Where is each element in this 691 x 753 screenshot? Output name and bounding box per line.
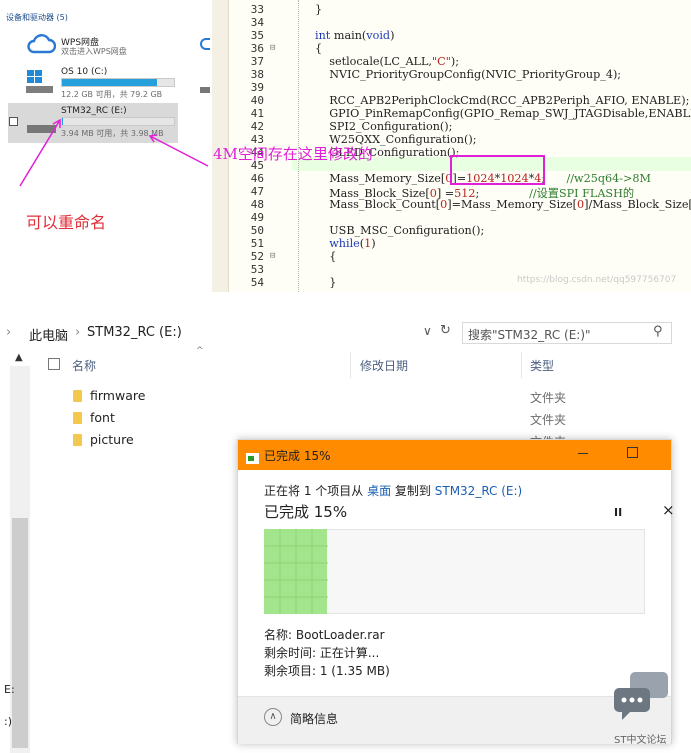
file-name-firmware[interactable]: firmware bbox=[90, 388, 145, 403]
code-line: SPI2_Configuration(); bbox=[315, 120, 453, 133]
file-name-font[interactable]: font bbox=[90, 410, 115, 425]
line-number: 42 bbox=[250, 120, 264, 133]
forum-logo-icon bbox=[612, 672, 670, 722]
breadcrumb-drive[interactable]: STM32_RC (E:) bbox=[87, 325, 182, 340]
code-line: } bbox=[315, 3, 323, 16]
line-number: 33 bbox=[250, 3, 264, 16]
left-scrollbar-thumb[interactable] bbox=[12, 518, 28, 748]
line-number: 34 bbox=[250, 16, 264, 29]
code-line: USB_MSC_Configuration(); bbox=[315, 224, 485, 237]
dialog-footer: ∧ 简略信息 bbox=[238, 696, 671, 744]
copy-icon bbox=[246, 449, 259, 464]
line-number: 48 bbox=[250, 198, 264, 211]
line-number: 39 bbox=[250, 81, 264, 94]
refresh-icon[interactable]: ↻ bbox=[440, 323, 451, 338]
fold-toggle-icon[interactable]: ⊟ bbox=[270, 43, 280, 53]
highlight-box bbox=[450, 155, 545, 185]
less-details-button[interactable]: 简略信息 bbox=[290, 710, 338, 727]
folder-icon bbox=[73, 412, 82, 424]
copy-progress-dialog: 已完成 15% 正在将 1 个项目从 桌面 复制到 STM32_RC (E:) … bbox=[237, 439, 675, 744]
line-number: 37 bbox=[250, 55, 264, 68]
line-number: 54 bbox=[250, 276, 264, 289]
source-link[interactable]: 桌面 bbox=[367, 484, 391, 498]
time-remaining-line: 剩余时间: 正在计算... bbox=[264, 646, 380, 660]
code-line: { bbox=[315, 250, 337, 263]
line-number: 35 bbox=[250, 29, 264, 42]
code-line: while(1) bbox=[329, 237, 376, 250]
code-line: int main(void) bbox=[315, 29, 395, 42]
line-number: 50 bbox=[250, 224, 264, 237]
items-remaining-line: 剩余项目: 1 (1.35 MB) bbox=[264, 664, 390, 678]
arrow-to-drive-size bbox=[149, 135, 209, 167]
copy-line-prefix: 正在将 1 个项目从 bbox=[264, 484, 368, 498]
line-number: 36 bbox=[250, 42, 264, 55]
line-number: 51 bbox=[250, 237, 264, 250]
file-type: 文件夹 bbox=[530, 413, 567, 427]
maximize-icon[interactable] bbox=[627, 447, 638, 458]
line-number: 46 bbox=[250, 172, 264, 185]
column-date[interactable]: 修改日期 bbox=[360, 357, 408, 374]
scroll-up-icon[interactable]: ▲ bbox=[15, 352, 23, 363]
line-number: 47 bbox=[250, 185, 264, 198]
code-line: RCC_APB2PeriphClockCmd(RCC_APB2Periph_AF… bbox=[315, 94, 690, 107]
line-number: 52 bbox=[250, 250, 264, 263]
watermark-text: https://blog.csdn.net/qq597756707 bbox=[517, 275, 677, 285]
forum-logo-text: ST中文论坛 bbox=[614, 735, 667, 746]
destination-link[interactable]: STM32_RC (E:) bbox=[435, 484, 523, 498]
file-name-picture[interactable]: picture bbox=[90, 432, 134, 447]
folder-icon bbox=[73, 390, 82, 402]
breadcrumb-chevron-icon: › bbox=[6, 325, 12, 340]
sort-chevron-icon: ^ bbox=[196, 346, 204, 356]
dialog-titlebar[interactable]: 已完成 15% bbox=[238, 440, 671, 470]
code-line: { bbox=[315, 42, 323, 55]
side-label-e: E: bbox=[4, 683, 15, 696]
size-annotation: 4M空间存在这里修改的 bbox=[213, 145, 373, 163]
column-divider bbox=[350, 352, 351, 378]
progress-grid-lines bbox=[264, 529, 328, 614]
dialog-title: 已完成 15% bbox=[264, 449, 331, 463]
pause-button[interactable]: II bbox=[614, 506, 622, 519]
dropdown-chevron-icon[interactable]: ∨ bbox=[423, 324, 432, 338]
code-line: GPIO_PinRemapConfig(GPIO_Remap_SWJ_JTAGD… bbox=[315, 107, 691, 120]
arrow-to-drive-name bbox=[19, 119, 61, 187]
code-line: NVIC_PriorityGroupConfig(NVIC_PriorityGr… bbox=[315, 68, 622, 81]
code-line: Mass_Block_Count[0]=Mass_Memory_Size[0]/… bbox=[315, 198, 691, 211]
progress-heading: 已完成 15% bbox=[264, 503, 348, 521]
code-line: setlocale(LC_ALL,"C"); bbox=[315, 55, 459, 68]
copy-status-line: 正在将 1 个项目从 桌面 复制到 STM32_RC (E:) bbox=[264, 482, 522, 499]
line-number: 38 bbox=[250, 68, 264, 81]
line-number: 49 bbox=[250, 211, 264, 224]
column-divider bbox=[521, 352, 522, 378]
line-number: 40 bbox=[250, 94, 264, 107]
copy-line-mid: 复制到 bbox=[391, 484, 435, 498]
line-number: 41 bbox=[250, 107, 264, 120]
column-name[interactable]: 名称 bbox=[72, 357, 96, 374]
minimize-icon[interactable] bbox=[578, 453, 588, 454]
breadcrumb-separator-icon: › bbox=[75, 325, 81, 340]
side-label-paren: :) bbox=[4, 715, 12, 728]
search-box[interactable]: 搜索"STM32_RC (E:)" ⚲ bbox=[462, 322, 672, 344]
line-number: 53 bbox=[250, 263, 264, 276]
collapse-chevron-icon[interactable]: ∧ bbox=[264, 708, 282, 726]
search-icon[interactable]: ⚲ bbox=[653, 324, 663, 339]
code-line: } bbox=[315, 276, 337, 289]
breadcrumb-this-pc[interactable]: 此电脑 bbox=[29, 325, 68, 344]
file-name-line: 名称: BootLoader.rar bbox=[264, 628, 385, 642]
column-type[interactable]: 类型 bbox=[530, 357, 554, 374]
search-placeholder: 搜索"STM32_RC (E:)" bbox=[468, 328, 591, 342]
cancel-button[interactable]: × bbox=[662, 501, 675, 519]
fold-toggle-icon[interactable]: ⊟ bbox=[270, 251, 280, 261]
select-all-checkbox[interactable] bbox=[48, 358, 60, 370]
file-type: 文件夹 bbox=[530, 391, 567, 405]
folder-icon bbox=[73, 434, 82, 446]
